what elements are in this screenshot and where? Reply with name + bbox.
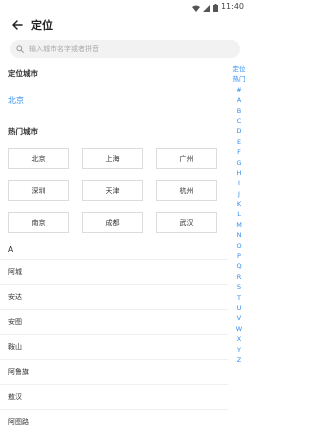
index-item[interactable]: B [237, 106, 241, 116]
index-item[interactable]: W [236, 324, 242, 334]
hot-city-button[interactable]: 上海 [82, 148, 143, 169]
search-placeholder: 输入城市名字或者拼音 [29, 45, 99, 53]
list-item[interactable]: 阿鲁旗 [0, 359, 228, 384]
index-item[interactable]: 定位 [233, 64, 246, 74]
list-item[interactable]: 敖汉 [0, 384, 228, 409]
index-item[interactable]: 热门 [233, 74, 246, 84]
city-search-input[interactable]: 输入城市名字或者拼音 [10, 40, 240, 58]
hot-city-button[interactable]: 深圳 [8, 180, 69, 201]
list-item[interactable]: 阿城 [0, 259, 228, 284]
index-item[interactable]: N [237, 230, 242, 240]
back-arrow-icon[interactable] [11, 19, 23, 31]
index-item[interactable]: V [237, 313, 241, 323]
index-item[interactable]: U [237, 303, 242, 313]
index-item[interactable]: J [238, 189, 240, 199]
hot-city-button[interactable]: 天津 [82, 180, 143, 201]
index-item[interactable]: L [237, 209, 241, 219]
index-item[interactable]: E [237, 137, 241, 147]
list-item[interactable]: 鞍山 [0, 334, 228, 359]
status-time: 11:40 [220, 2, 244, 11]
index-item[interactable]: T [237, 293, 241, 303]
alphabet-index-bar[interactable]: 定位 热门 # A B C D E F G H I J K L M N O P … [230, 64, 248, 365]
list-item[interactable]: 安图 [0, 309, 228, 334]
index-item[interactable]: H [237, 168, 242, 178]
hot-city-button[interactable]: 杭州 [156, 180, 217, 201]
list-item[interactable]: 安达 [0, 284, 228, 309]
index-item[interactable]: K [237, 199, 241, 209]
list-item[interactable]: 阿图路 [0, 409, 228, 434]
hot-city-button[interactable]: 成都 [82, 212, 143, 233]
list-letter-header: A [8, 245, 14, 254]
index-item[interactable]: M [236, 220, 242, 230]
index-item[interactable]: D [236, 126, 241, 136]
located-city[interactable]: 北京 [8, 95, 24, 106]
hot-city-button[interactable]: 南京 [8, 212, 69, 233]
index-item[interactable]: R [237, 272, 242, 282]
index-item[interactable]: S [237, 282, 241, 292]
index-item[interactable]: I [238, 178, 240, 188]
index-item[interactable]: P [237, 251, 241, 261]
locate-section-title: 定位城市 [8, 69, 38, 78]
hot-city-button[interactable]: 武汉 [156, 212, 217, 233]
index-item[interactable]: # [236, 85, 241, 95]
search-icon [16, 45, 24, 53]
index-item[interactable]: A [237, 95, 241, 105]
hot-city-grid: 北京 上海 广州 深圳 天津 杭州 南京 成都 武汉 [8, 148, 217, 233]
index-item[interactable]: Y [237, 345, 241, 355]
index-item[interactable]: X [237, 334, 241, 344]
hot-city-button[interactable]: 北京 [8, 148, 69, 169]
index-item[interactable]: O [236, 241, 241, 251]
app-bar: 定位 [0, 13, 250, 37]
city-list: A 阿城 安达 安图 鞍山 阿鲁旗 敖汉 阿图路 [0, 240, 228, 434]
index-item[interactable]: Q [236, 261, 241, 271]
index-item[interactable]: F [237, 147, 241, 157]
index-item[interactable]: C [237, 116, 242, 126]
index-item[interactable]: G [236, 158, 241, 168]
hot-section-title: 热门城市 [8, 127, 38, 136]
page-title: 定位 [31, 19, 53, 32]
hot-city-button[interactable]: 广州 [156, 148, 217, 169]
index-item[interactable]: Z [237, 355, 241, 365]
status-bar: 11:40 [0, 0, 250, 13]
